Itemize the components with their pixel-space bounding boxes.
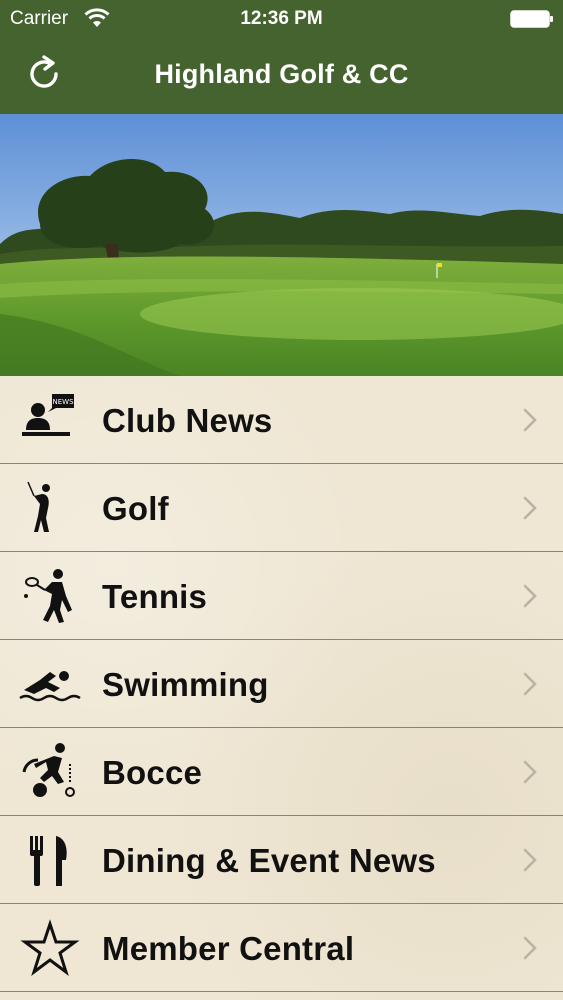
news-icon: NEWS xyxy=(22,394,74,436)
menu-item-golf[interactable]: Golf xyxy=(0,464,563,552)
menu-item-label: Tennis xyxy=(102,578,208,615)
menu-list: NEWS Club News Golf Tennis Swimming Bocc… xyxy=(0,376,563,1000)
status-bar: Carrier 12:36 PM xyxy=(0,0,563,38)
menu-item-bocce[interactable]: Bocce xyxy=(0,728,563,816)
menu-item-swimming[interactable]: Swimming xyxy=(0,640,563,728)
page-title: Highland Golf & CC xyxy=(154,59,409,89)
menu-item-label: Dining & Event News xyxy=(102,842,436,879)
star-icon xyxy=(20,919,80,977)
battery-icon xyxy=(510,10,553,28)
menu-item-label: Member Central xyxy=(102,930,355,967)
golfer-icon xyxy=(27,481,50,532)
menu-item-label: Club News xyxy=(102,402,273,439)
chevron-right-icon xyxy=(523,584,537,608)
chevron-right-icon xyxy=(523,672,537,696)
chevron-right-icon xyxy=(523,496,537,520)
clock: 12:36 PM xyxy=(240,8,323,29)
chevron-right-icon xyxy=(523,760,537,784)
golf-course-photo xyxy=(0,114,563,376)
tennis-player-icon xyxy=(24,569,72,623)
menu-item-label: Swimming xyxy=(102,666,269,703)
menu-item-tennis[interactable]: Tennis xyxy=(0,552,563,640)
fork-knife-icon xyxy=(30,836,67,886)
menu-item-label: Bocce xyxy=(102,754,203,791)
chevron-right-icon xyxy=(523,408,537,432)
menu-item-member-central[interactable]: Member Central xyxy=(0,904,563,992)
bocce-player-icon xyxy=(22,743,75,797)
menu-item-label: Golf xyxy=(102,490,169,527)
chevron-right-icon xyxy=(523,936,537,960)
swimmer-icon xyxy=(19,671,81,702)
menu-item-dining-event-news[interactable]: Dining & Event News xyxy=(0,816,563,904)
svg-text:NEWS: NEWS xyxy=(52,398,74,406)
app-screen: Carrier 12:36 PM Highland Golf & CC NEWS… xyxy=(0,0,563,1000)
top-bar: Carrier 12:36 PM Highland Golf & CC xyxy=(0,0,563,114)
chevron-right-icon xyxy=(523,848,537,872)
menu-item-club-news[interactable]: NEWS Club News xyxy=(0,376,563,464)
